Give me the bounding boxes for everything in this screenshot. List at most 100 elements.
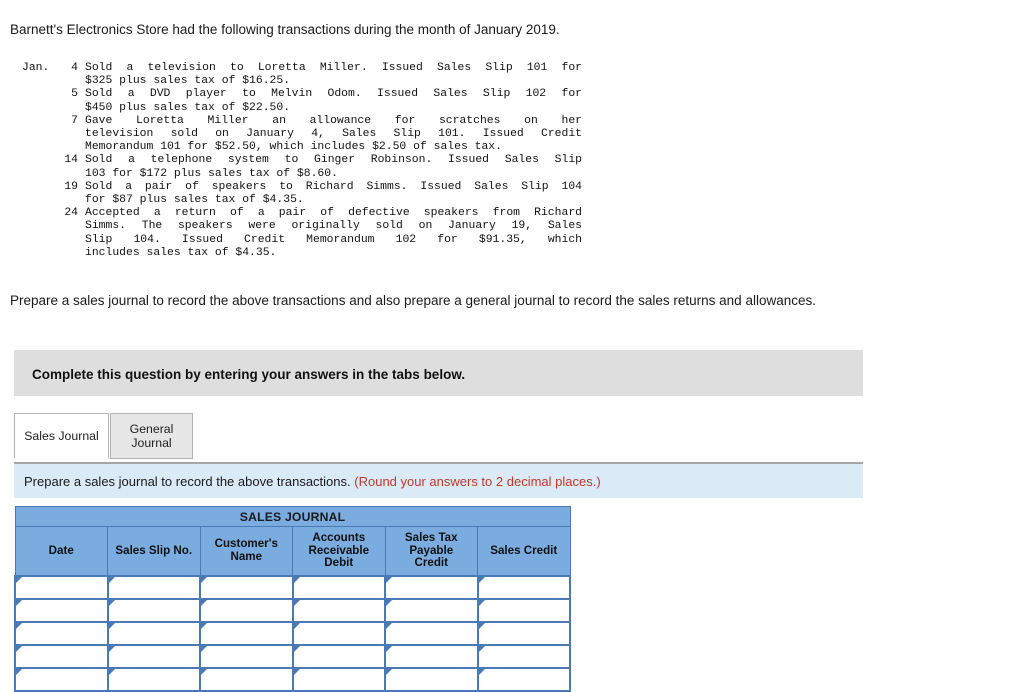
cell-corner-marker-icon (16, 646, 22, 652)
sales-journal-head: SALES JOURNAL Date Sales Slip No. Customer… (14, 506, 571, 577)
transaction-day: 5 (71, 88, 78, 101)
column-header-line: Accounts (312, 531, 366, 545)
cell-corner-marker-icon (386, 600, 392, 606)
cell-corner-marker-icon (201, 623, 207, 629)
sales-journal-title: SALES JOURNAL (14, 506, 571, 527)
transaction-entry: 24 Accepted a return of a pair of defecti… (22, 207, 582, 260)
journal-entry-cell[interactable] (384, 644, 479, 669)
transaction-day: 19 (64, 180, 78, 193)
journal-entry-cell[interactable] (14, 644, 109, 669)
transaction-list: Jan. 4 Sold a television to Loretta Miller… (22, 62, 582, 260)
table-row (14, 667, 571, 692)
journal-entry-cell[interactable] (106, 575, 201, 600)
transaction-description: Sold a television to Loretta Miller. Iss… (78, 62, 582, 88)
journal-entry-cell[interactable] (476, 575, 571, 600)
journal-entry-cell[interactable] (291, 644, 386, 669)
tab-general-journal-label: General Journal (129, 422, 174, 450)
cell-corner-marker-icon (201, 577, 207, 583)
cell-corner-marker-icon (201, 600, 207, 606)
journal-entry-cell[interactable] (291, 598, 386, 623)
cell-corner-marker-icon (386, 646, 392, 652)
cell-corner-marker-icon (293, 646, 300, 652)
tab-sales-journal-label: Sales Journal (24, 429, 99, 443)
journal-entry-cell[interactable] (106, 621, 201, 646)
cell-corner-marker-icon (201, 646, 207, 652)
sales-journal-column-row: Date Sales Slip No. Customer's Name Account… (14, 526, 571, 577)
cell-corner-marker-icon (108, 646, 115, 652)
journal-entry-cell[interactable] (106, 667, 201, 692)
journal-entry-cell[interactable] (199, 598, 294, 623)
journal-entry-cell[interactable] (384, 575, 479, 600)
journal-entry-cell[interactable] (476, 621, 571, 646)
column-header-line: Credit (414, 556, 449, 570)
column-header-line: Debit (324, 556, 354, 570)
cell-corner-marker-icon (108, 623, 115, 629)
table-row (14, 598, 571, 623)
cell-corner-marker-icon (16, 669, 22, 675)
intro-paragraph: Barnett's Electronics Store had the foll… (10, 22, 560, 37)
journal-entry-cell[interactable] (106, 598, 201, 623)
journal-entry-cell[interactable] (106, 644, 201, 669)
cell-corner-marker-icon (478, 623, 485, 629)
transaction-description-line: Slip 104. Issued Credit Memorandum 102 f… (85, 233, 582, 246)
journal-entry-cell[interactable] (199, 621, 294, 646)
cell-corner-marker-icon (293, 600, 300, 606)
sales-journal-column-header: Sales Credit (477, 526, 571, 577)
journal-entry-cell[interactable] (476, 598, 571, 623)
transaction-description-line: for $87 plus sales tax of $4.35. (85, 194, 304, 207)
transaction-entry: 19 Sold a pair of speakers to Richard Sim… (22, 181, 582, 207)
journal-entry-cell[interactable] (384, 667, 479, 692)
cell-corner-marker-icon (386, 577, 392, 583)
journal-entry-cell[interactable] (384, 621, 479, 646)
transaction-description-line: Sold a television to Loretta Miller. Iss… (85, 62, 582, 74)
table-row (14, 621, 571, 646)
journal-entry-cell[interactable] (14, 598, 109, 623)
tab-instruction-bar: Prepare a sales journal to record the ab… (14, 462, 863, 498)
tab-strip: Sales Journal General Journal (14, 413, 863, 459)
transaction-description: Accepted a return of a pair of defective… (78, 207, 582, 260)
cell-corner-marker-icon (478, 646, 485, 652)
journal-entry-cell[interactable] (199, 575, 294, 600)
journal-entry-cell[interactable] (291, 667, 386, 692)
prepare-instruction: Prepare a sales journal to record the ab… (10, 293, 816, 308)
tab-instruction-main: Prepare a sales journal to record the ab… (24, 474, 351, 489)
complete-question-text: Complete this question by entering your … (32, 367, 466, 382)
transaction-description: Sold a pair of speakers to Richard Simms… (78, 181, 582, 207)
journal-entry-cell[interactable] (14, 621, 109, 646)
journal-entry-cell[interactable] (291, 575, 386, 600)
cell-corner-marker-icon (478, 600, 485, 606)
complete-question-banner: Complete this question by entering your … (14, 350, 863, 396)
transaction-description-line: Sold a telephone system to Ginger Robins… (85, 154, 582, 167)
tab-general-journal[interactable]: General Journal (110, 413, 193, 459)
sales-journal-column-header: Sales Tax Payable Credit (384, 526, 478, 577)
cell-corner-marker-icon (201, 669, 207, 675)
sales-journal-table: SALES JOURNAL Date Sales Slip No. Customer… (14, 506, 571, 692)
transaction-entry: 14 Sold a telephone system to Ginger Robi… (22, 154, 582, 180)
transaction-description-line: $450 plus sales tax of $22.50. (85, 101, 291, 114)
journal-entry-cell[interactable] (476, 644, 571, 669)
cell-corner-marker-icon (386, 623, 392, 629)
cell-corner-marker-icon (293, 669, 300, 675)
sales-journal-column-header: Accounts Receivable Debit (292, 526, 386, 577)
journal-entry-cell[interactable] (384, 598, 479, 623)
transaction-month-label: Jan. (22, 62, 50, 74)
tab-sales-journal[interactable]: Sales Journal (14, 413, 109, 459)
transaction-description: Sold a DVD player to Melvin Odom. Issued… (78, 88, 582, 114)
cell-corner-marker-icon (108, 600, 115, 606)
cell-corner-marker-icon (16, 577, 22, 583)
cell-corner-marker-icon (108, 577, 115, 583)
transaction-entry: Jan. 4 Sold a television to Loretta Miller… (22, 62, 582, 88)
cell-corner-marker-icon (293, 577, 300, 583)
journal-entry-cell[interactable] (14, 667, 109, 692)
journal-entry-cell[interactable] (476, 667, 571, 692)
column-header-line: Customer's Name (214, 537, 278, 563)
transaction-description-line: Sold a DVD player to Melvin Odom. Issued… (85, 88, 582, 101)
journal-entry-cell[interactable] (14, 575, 109, 600)
journal-entry-cell[interactable] (199, 644, 294, 669)
transaction-description: Gave Loretta Miller an allowance for scr… (78, 115, 582, 155)
journal-entry-cell[interactable] (199, 667, 294, 692)
column-header-line: Sales Credit (490, 543, 558, 557)
journal-entry-cell[interactable] (291, 621, 386, 646)
transaction-description-line: 103 for $172 plus sales tax of $8.60. (85, 167, 338, 180)
rounding-note: (Round your answers to 2 decimal places.… (354, 474, 601, 489)
